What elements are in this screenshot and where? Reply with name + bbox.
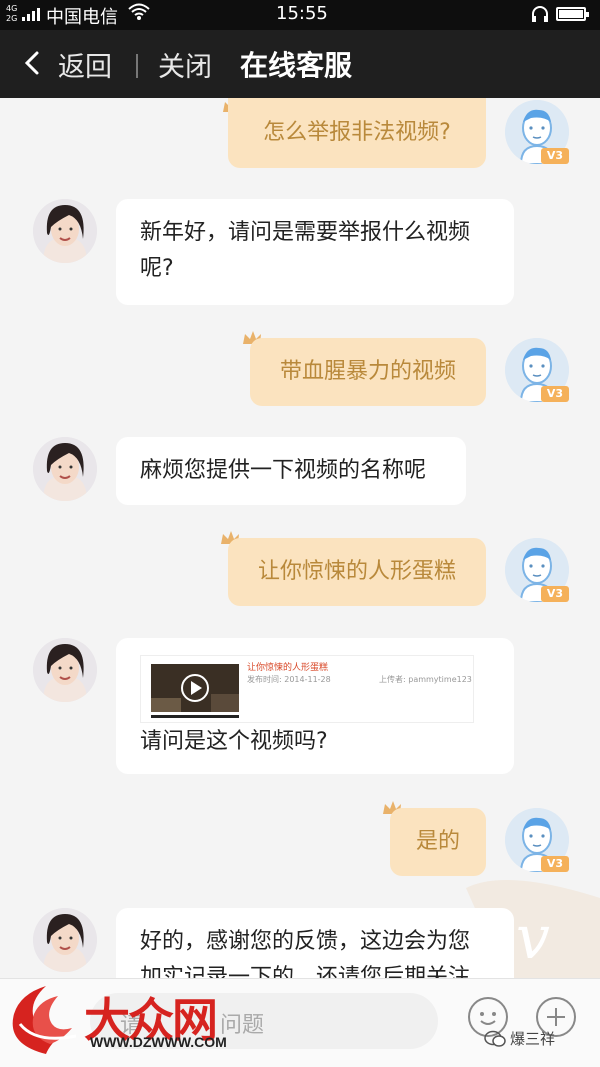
level-badge: V3	[541, 386, 569, 402]
video-thumbnail[interactable]	[151, 664, 239, 718]
level-badge: V3	[541, 586, 569, 602]
flame-logo-icon	[12, 986, 77, 1054]
wifi-icon	[128, 2, 150, 27]
svg-text:v: v	[516, 903, 550, 973]
agent-message: 好的，感谢您的反馈，这边会为您加实记录一下的，还请您后期关注	[116, 908, 514, 978]
status-bar: 4G 2G 中国电信 15:55	[0, 0, 600, 30]
close-button[interactable]: 关闭	[158, 45, 212, 84]
chat-thread[interactable]: 怎么举报非法视频? V3 新年好，请问是需要举报什么视频呢? 带血腥暴力的视频 …	[0, 98, 600, 978]
agent-avatar[interactable]	[33, 437, 97, 501]
headphones-icon	[530, 4, 550, 28]
agent-message: 新年好，请问是需要举报什么视频呢?	[116, 199, 514, 305]
clock: 15:55	[276, 3, 328, 24]
back-button[interactable]: 返回	[58, 45, 112, 84]
agent-avatar[interactable]	[33, 908, 97, 972]
battery-icon	[556, 7, 589, 21]
video-date: 发布时间: 2014-11-28	[247, 675, 331, 684]
signal-icon	[22, 7, 42, 21]
site-logo: 大众网 WWW.DZWWW.COM	[6, 980, 236, 1058]
video-title[interactable]: 让你惊悚的人形蛋糕	[247, 660, 328, 673]
chevron-left-icon[interactable]	[18, 48, 48, 78]
nav-divider	[136, 54, 138, 78]
agent-avatar[interactable]	[33, 199, 97, 263]
nav-bar: 返回 关闭 在线客服	[0, 30, 600, 98]
user-message: 带血腥暴力的视频	[250, 338, 486, 406]
agent-message: 麻烦您提供一下视频的名称呢	[116, 437, 466, 505]
logo-site: WWW.DZWWW.COM	[90, 1034, 227, 1050]
video-uploader: 上传者: pammytime123	[379, 675, 472, 684]
user-message: 是的	[390, 808, 486, 876]
agent-avatar[interactable]	[33, 638, 97, 702]
user-message: 怎么举报非法视频?	[228, 98, 486, 168]
wechat-icon	[484, 1030, 506, 1047]
network-badge: 4G 2G	[6, 4, 18, 23]
video-card[interactable]: 让你惊悚的人形蛋糕 发布时间: 2014-11-28 上传者: pammytim…	[140, 655, 474, 723]
level-badge: V3	[541, 148, 569, 164]
user-message: 让你惊悚的人形蛋糕	[228, 538, 486, 606]
carrier-name: 中国电信	[46, 7, 118, 28]
page-title: 在线客服	[240, 49, 353, 82]
watermark-text: 爆三祥	[510, 1030, 556, 1048]
